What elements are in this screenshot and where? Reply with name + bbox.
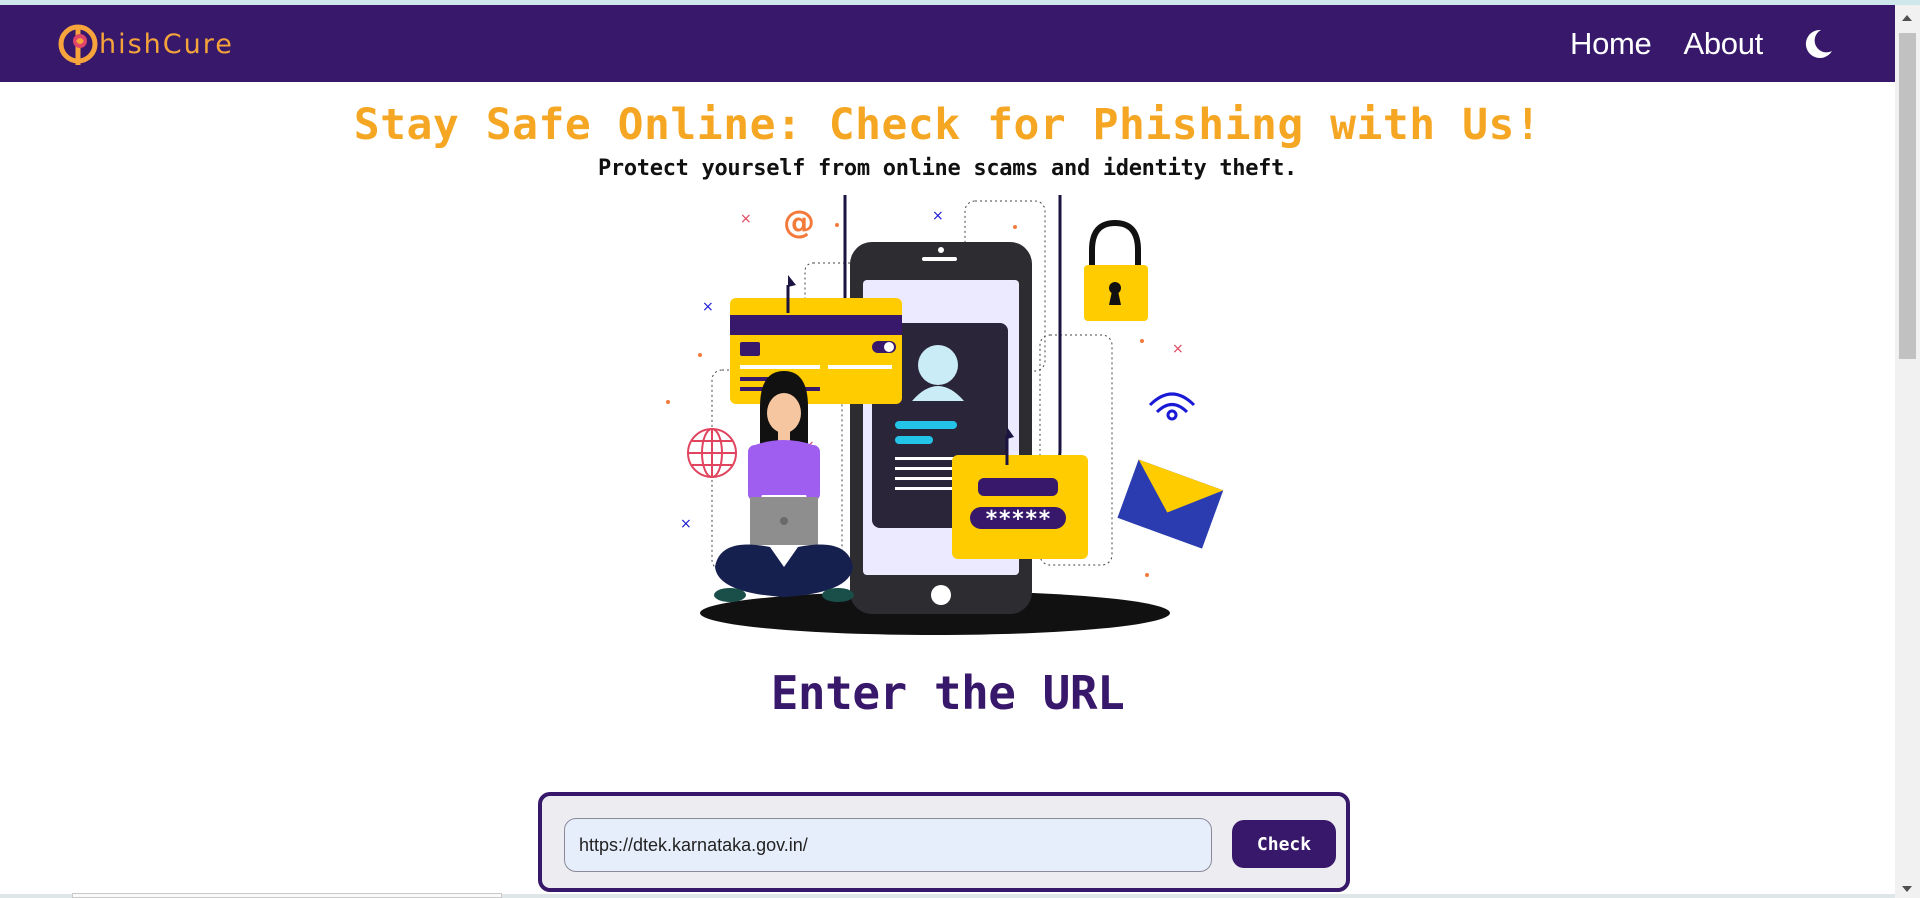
enter-url-heading: Enter the URL	[770, 666, 1125, 720]
padlock-icon	[1084, 219, 1148, 321]
phone-speaker	[922, 257, 957, 261]
nav-home-link[interactable]: Home	[1570, 26, 1652, 62]
globe-icon	[687, 428, 737, 478]
nav-about-link[interactable]: About	[1683, 26, 1763, 62]
wifi-icon	[1148, 392, 1196, 421]
svg-text:×: ×	[1172, 341, 1184, 357]
scroll-up-arrow-icon[interactable]	[1902, 15, 1912, 21]
envelope-icon	[1117, 459, 1224, 549]
svg-text:×: ×	[740, 211, 752, 227]
password-mask: *****	[985, 507, 1051, 532]
phone-home-button	[931, 585, 951, 605]
navbar: hishCure Home About	[0, 5, 1895, 82]
svg-text:×: ×	[702, 299, 714, 315]
scrollbar[interactable]	[1895, 5, 1920, 898]
horizontal-scroll-thumb[interactable]	[72, 893, 502, 898]
hero-subtitle: Protect yourself from online scams and i…	[597, 156, 1298, 181]
logo-text: hishCure	[99, 28, 234, 60]
hero-title: Stay Safe Online: Check for Phishing wit…	[353, 100, 1542, 150]
svg-text:×: ×	[932, 208, 944, 224]
woman-with-laptop	[714, 371, 854, 602]
url-check-panel: Check	[538, 792, 1350, 892]
url-input[interactable]	[564, 818, 1212, 872]
svg-text:×: ×	[680, 516, 692, 532]
moon-icon[interactable]	[1801, 27, 1835, 61]
nav-links: Home About	[1538, 5, 1835, 82]
logo-icon	[58, 24, 98, 65]
phishing-illustration: ***** @ × × × × × ×	[666, 195, 1224, 635]
check-button[interactable]: Check	[1232, 820, 1336, 868]
scroll-thumb[interactable]	[1899, 33, 1916, 359]
scroll-down-arrow-icon[interactable]	[1902, 886, 1912, 892]
at-symbol: @	[783, 203, 815, 241]
logo[interactable]: hishCure	[58, 19, 234, 69]
